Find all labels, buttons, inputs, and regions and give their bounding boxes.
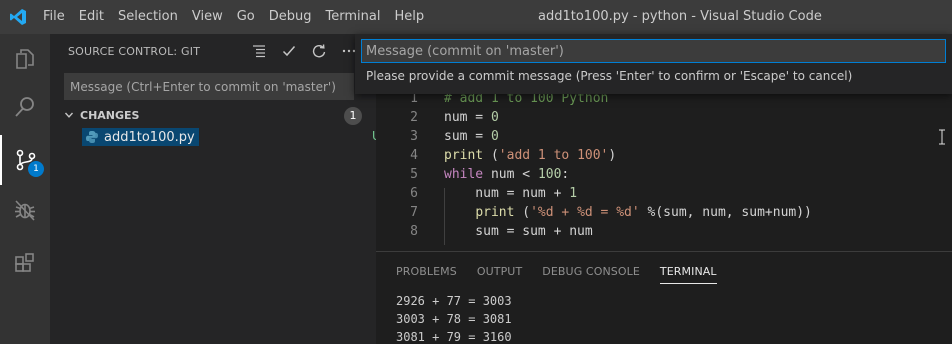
changes-label: CHANGES	[80, 108, 140, 122]
code-line: 7 print ('%d + %d = %d' %(sum, num, sum+…	[376, 203, 952, 222]
tab-terminal[interactable]: TERMINAL	[659, 260, 717, 284]
menu-go[interactable]: Go	[230, 0, 262, 34]
quick-input-field[interactable]	[362, 40, 945, 62]
code-text: while num < 100:	[444, 165, 569, 184]
code-token: num =	[444, 110, 491, 125]
line-number: 8	[410, 224, 418, 239]
menu-help[interactable]: Help	[387, 0, 431, 34]
code-text: print ('%d + %d = %d' %(sum, num, sum+nu…	[444, 203, 812, 222]
extensions-icon	[15, 253, 34, 272]
commit-message-input[interactable]	[65, 74, 353, 99]
code-token: %(sum, num, sum+num))	[639, 205, 812, 220]
menu-edit[interactable]: Edit	[72, 0, 111, 34]
file-name: add1to100.py	[104, 129, 195, 145]
check-icon	[282, 46, 296, 57]
title-bar: File Edit Selection View Go Debug Termin…	[0, 0, 952, 34]
source-control-button[interactable]: 1	[0, 135, 50, 185]
menu-selection[interactable]: Selection	[111, 0, 185, 34]
code-line: 6 num = num + 1	[376, 184, 952, 203]
files-icon	[16, 49, 34, 69]
commit-message-box	[64, 73, 354, 100]
window-title: add1to100.py - python - Visual Studio Co…	[538, 9, 822, 24]
code-token: 'add 1 to 100'	[498, 148, 609, 163]
search-icon	[15, 97, 34, 117]
view-as-list-button[interactable]	[248, 40, 270, 62]
search-button[interactable]	[0, 82, 50, 132]
tab-debug-console[interactable]: DEBUG CONSOLE	[542, 260, 640, 284]
code-text: sum = 0	[444, 127, 499, 146]
code-token: while	[444, 167, 484, 182]
code-token: (	[483, 148, 499, 163]
ellipsis-icon	[342, 49, 356, 53]
line-number: 2	[410, 110, 418, 125]
code-token: '%d + %d = %d'	[530, 205, 640, 220]
menu-view[interactable]: View	[185, 0, 230, 34]
code-token: num = num +	[444, 186, 570, 201]
bottom-panel: PROBLEMS OUTPUT DEBUG CONSOLE TERMINAL 2…	[376, 251, 952, 344]
code-line: 5 while num < 100:	[376, 165, 952, 184]
chevron-down-icon	[62, 108, 76, 122]
terminal-line: 2926 + 77 = 3003	[396, 294, 512, 308]
code-token: print	[444, 148, 484, 163]
menu-terminal[interactable]: Terminal	[319, 0, 388, 34]
code-token: num <	[483, 167, 538, 182]
code-text: print ('add 1 to 100')	[444, 146, 616, 165]
debug-icon	[15, 200, 35, 221]
line-number: 6	[410, 186, 418, 201]
indent-guide	[444, 188, 445, 245]
code-token: 0	[490, 110, 499, 125]
code-token: 1	[569, 186, 578, 201]
quick-input-message: Please provide a commit message (Press '…	[366, 69, 853, 83]
source-control-sidebar: SOURCE CONTROL: GIT CHANGES	[50, 34, 381, 344]
code-token: (	[514, 205, 531, 220]
code-token: print	[475, 205, 515, 220]
python-file-icon	[86, 131, 98, 143]
text-cursor-icon	[939, 129, 945, 145]
vscode-logo-icon	[10, 9, 26, 25]
sidebar-title: SOURCE CONTROL: GIT	[68, 45, 201, 58]
code-token: 0	[490, 129, 499, 144]
extensions-button[interactable]	[0, 239, 50, 289]
code-token: )	[608, 148, 617, 163]
line-number: 5	[410, 167, 418, 182]
line-number: 7	[410, 205, 418, 220]
quick-input-box	[361, 39, 946, 63]
code-text: num = num + 1	[444, 184, 577, 203]
terminal-line: 3081 + 79 = 3160	[396, 330, 512, 344]
code-token: sum =	[444, 129, 491, 144]
code-line: 2 num = 0	[376, 108, 952, 127]
code-text: num = 0	[444, 108, 499, 127]
refresh-button[interactable]	[308, 40, 330, 62]
sidebar-actions	[248, 40, 360, 62]
changes-group-header[interactable]: CHANGES	[50, 104, 376, 126]
scm-badge: 1	[28, 161, 44, 177]
changed-file-item[interactable]: add1to100.py U	[80, 126, 381, 148]
code-line: 8 sum = sum + num	[376, 222, 952, 241]
debug-button[interactable]	[0, 185, 50, 235]
menu-debug[interactable]: Debug	[262, 0, 319, 34]
file-selection: add1to100.py	[82, 128, 199, 146]
activity-bar: 1	[0, 34, 50, 344]
code-token: 100	[537, 167, 562, 182]
code-token: :	[561, 167, 570, 182]
line-number: 3	[410, 129, 418, 144]
list-icon	[253, 45, 265, 58]
explorer-button[interactable]	[0, 34, 50, 84]
commit-button[interactable]	[278, 40, 300, 62]
line-number: 4	[410, 148, 418, 163]
code-token: sum = sum + num	[444, 224, 593, 239]
changes-count-badge: 1	[344, 107, 362, 125]
commit-message-quick-input: Please provide a commit message (Press '…	[355, 34, 952, 94]
code-line: 4 print ('add 1 to 100')	[376, 146, 952, 165]
menu-bar: File Edit Selection View Go Debug Termin…	[36, 0, 431, 34]
tab-output[interactable]: OUTPUT	[477, 260, 522, 284]
terminal-line: 3003 + 78 = 3081	[396, 312, 512, 326]
refresh-icon	[312, 44, 326, 58]
code-line: 3 sum = 0	[376, 127, 952, 146]
tab-problems[interactable]: PROBLEMS	[396, 260, 457, 284]
code-text: sum = sum + num	[444, 222, 593, 241]
menu-file[interactable]: File	[36, 0, 72, 34]
panel-tabs: PROBLEMS OUTPUT DEBUG CONSOLE TERMINAL	[396, 260, 737, 284]
